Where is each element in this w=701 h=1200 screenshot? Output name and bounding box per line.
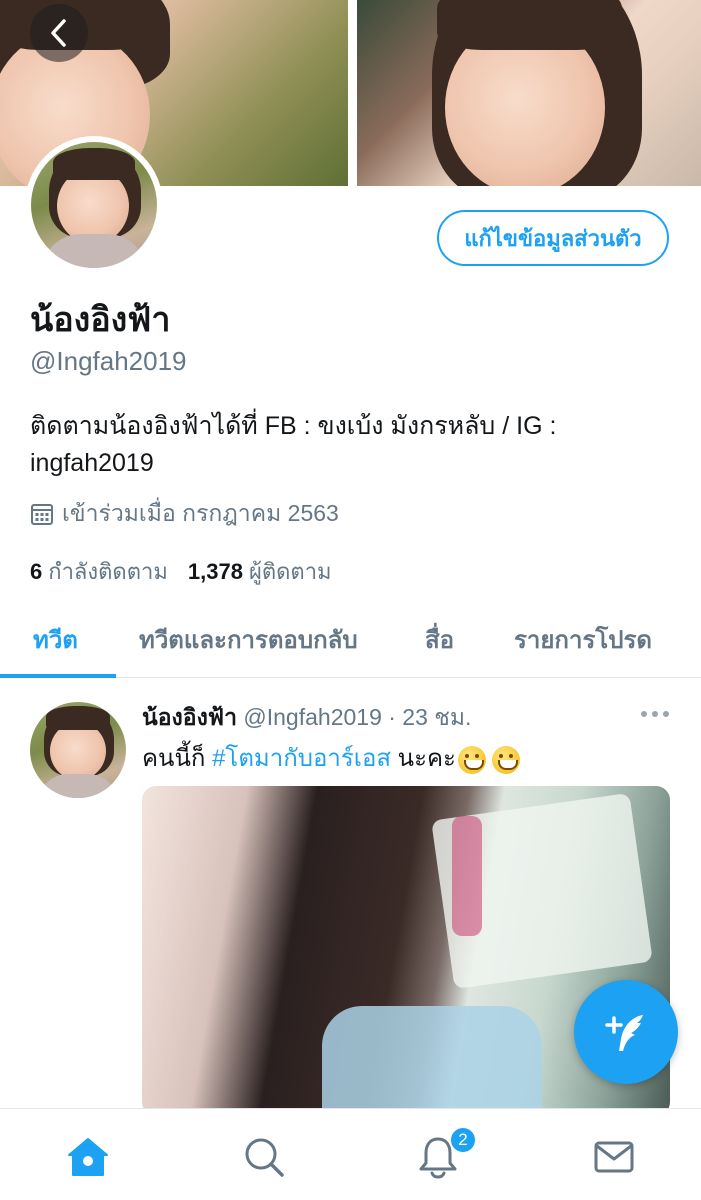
compose-tweet-icon — [605, 1015, 643, 1051]
tweet-avatar[interactable] — [30, 702, 126, 798]
tweet-text: คนนี้ก็ #โตมากับอาร์เอส นะคะ — [142, 738, 520, 777]
tweet-header: น้องอิงฟ้า @Ingfah2019 · 23 ชม. — [142, 700, 471, 736]
joined-date: เข้าร่วมเมื่อ กรกฎาคม 2563 — [30, 496, 339, 532]
notifications-badge: 2 — [449, 1126, 477, 1154]
tab-likes[interactable]: รายการโปรด — [514, 620, 652, 659]
tweet-meta: @Ingfah2019 · 23 ชม. — [243, 704, 472, 730]
banner-photo-right — [357, 0, 701, 186]
display-name: น้องอิงฟ้า — [30, 301, 171, 339]
grinning-face-icon — [457, 745, 486, 774]
tab-media[interactable]: สื่อ — [425, 620, 454, 659]
tweet-hashtag[interactable]: #โตมากับอาร์เอส — [212, 745, 391, 772]
tweet-author-name[interactable]: น้องอิงฟ้า — [142, 704, 237, 730]
more-dots-icon[interactable] — [638, 700, 672, 728]
profile-handle: @Ingfah2019 — [30, 346, 187, 376]
tweet-text-after: นะคะ — [391, 745, 456, 772]
back-button[interactable] — [30, 4, 88, 62]
edit-profile-button[interactable]: แก้ไขข้อมูลส่วนตัว — [437, 210, 669, 266]
nav-messages[interactable] — [590, 1133, 638, 1181]
followers-count: 1,378 — [187, 559, 243, 584]
tweet-text-before: คนนี้ก็ — [142, 745, 213, 772]
bottom-nav — [0, 1108, 701, 1200]
compose-tweet-button[interactable] — [574, 980, 678, 1084]
profile-bio: ติดตามน้องอิงฟ้าได้ที่ FB : ขงเบ้ง มังกร… — [30, 412, 557, 477]
tab-tweets[interactable]: ทวีต — [33, 620, 78, 659]
nav-home[interactable] — [64, 1133, 112, 1181]
followers-link[interactable]: 1,378 ผู้ติดตาม — [188, 554, 332, 589]
chevron-left-icon — [51, 19, 66, 47]
active-tab-indicator — [0, 674, 116, 678]
follow-stats: 6 กำลังติดตาม 1,378 ผู้ติดตาม — [30, 554, 332, 589]
grinning-face-icon — [491, 745, 520, 774]
tab-tweets-and-replies[interactable]: ทวีตและการตอบกลับ — [139, 620, 358, 659]
following-link[interactable]: 6 กำลังติดตาม — [30, 554, 168, 589]
mail-icon — [594, 1141, 634, 1173]
nav-search[interactable] — [240, 1133, 288, 1181]
profile-avatar[interactable] — [25, 136, 163, 274]
joined-text: เข้าร่วมเมื่อ กรกฎาคม 2563 — [62, 500, 339, 526]
following-count: 6 — [30, 559, 43, 584]
search-icon — [245, 1138, 284, 1177]
calendar-icon — [31, 504, 53, 525]
followers-label: ผู้ติดตาม — [248, 559, 332, 584]
home-icon — [68, 1138, 108, 1176]
following-label: กำลังติดตาม — [48, 559, 168, 584]
profile-tabs: ทวีต ทวีตและการตอบกลับ สื่อ รายการโปรด — [0, 600, 701, 678]
